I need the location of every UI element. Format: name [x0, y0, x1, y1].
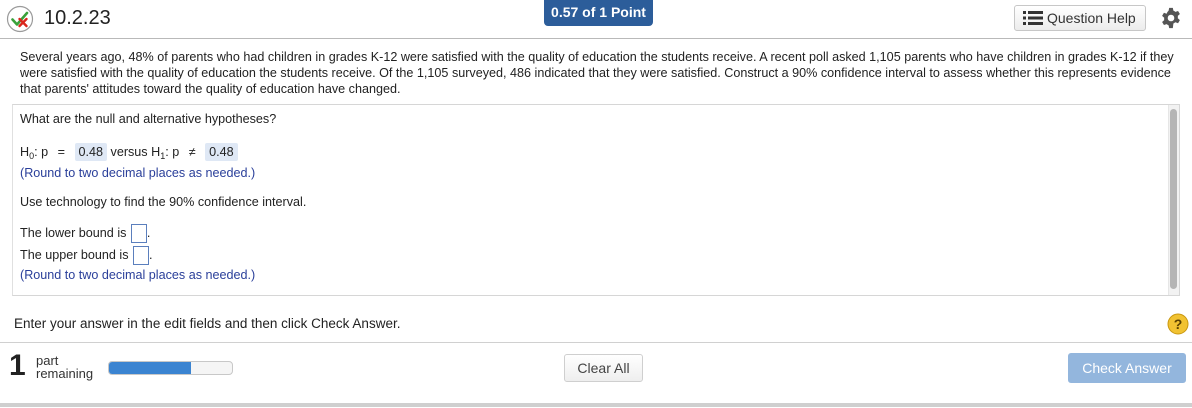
parts-remaining-count: 1	[9, 349, 26, 382]
h0-label: H	[20, 145, 30, 159]
h1-operator: ≠	[182, 143, 202, 161]
progress-fill	[109, 362, 192, 374]
bottom-border	[0, 403, 1192, 407]
upper-bound-input[interactable]	[133, 246, 150, 265]
interval-prompt: Use technology to find the 90% confidenc…	[20, 195, 307, 209]
question-help-label: Question Help	[1047, 10, 1136, 26]
question-number: 10.2.23	[44, 7, 111, 29]
remaining-word: remaining	[36, 366, 94, 381]
round-note-interval: (Round to two decimal places as needed.)	[20, 268, 256, 282]
h0-operator: =	[51, 143, 71, 161]
h1-value: 0.48	[205, 143, 238, 161]
help-icon[interactable]: ?	[1167, 313, 1189, 335]
check-answer-button[interactable]: Check Answer	[1068, 353, 1186, 383]
versus-text: versus	[110, 145, 148, 159]
gear-icon[interactable]	[1160, 7, 1182, 29]
upper-bound-period: .	[149, 247, 153, 262]
partial-credit-icon	[6, 5, 34, 33]
h0-variable: : p	[34, 145, 49, 159]
h0-value: 0.48	[74, 143, 108, 161]
points-badge: 0.57 of 1 Point	[544, 0, 653, 26]
header-divider	[0, 38, 1192, 39]
problem-statement: Several years ago, 48% of parents who ha…	[20, 50, 1174, 96]
scrollbar[interactable]	[1168, 105, 1179, 295]
scrollbar-thumb[interactable]	[1170, 109, 1177, 289]
hypotheses-row: H0: p = 0.48 versus H1: p ≠ 0.48	[20, 143, 238, 161]
upper-bound-row: The upper bound is .	[20, 246, 153, 265]
svg-text:?: ?	[1174, 316, 1183, 332]
list-icon	[1023, 11, 1043, 25]
upper-bound-label: The upper bound is	[20, 247, 129, 262]
question-help-button[interactable]: Question Help	[1014, 5, 1146, 31]
clear-all-button[interactable]: Clear All	[564, 354, 643, 382]
parts-remaining-label: part remaining	[36, 354, 93, 380]
instruction-text: Enter your answer in the edit fields and…	[14, 316, 401, 331]
round-note-hypotheses: (Round to two decimal places as needed.)	[20, 166, 256, 180]
hypotheses-prompt: What are the null and alternative hypoth…	[20, 112, 277, 126]
lower-bound-label: The lower bound is	[20, 225, 127, 240]
lower-bound-row: The lower bound is .	[20, 224, 150, 243]
footer-divider	[0, 342, 1192, 343]
h1-variable: : p	[165, 145, 180, 159]
lower-bound-period: .	[146, 225, 151, 240]
lower-bound-input[interactable]	[130, 224, 147, 243]
top-bar: 10.2.23 0.57 of 1 Point Question Help	[0, 0, 1192, 40]
h1-label: H	[151, 145, 161, 159]
progress-bar	[108, 361, 233, 375]
